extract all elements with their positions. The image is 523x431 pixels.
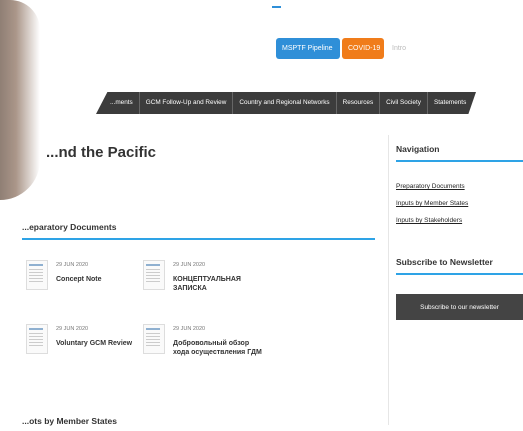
top-pills: MSPTF Pipeline COVID-19 Intro — [276, 38, 414, 59]
document-thumbnail — [26, 260, 48, 290]
navigation-rule — [396, 160, 523, 162]
document-thumbnail — [26, 324, 48, 354]
document-title[interactable]: Voluntary GCM Review — [56, 339, 146, 348]
document-item[interactable]: 29 JUN 2020 Voluntary GCM Review — [26, 324, 146, 354]
page-title: ...nd the Pacific — [46, 144, 157, 161]
sidebar-link-member-states[interactable]: Inputs by Member States — [396, 200, 468, 207]
nav-item-statements[interactable]: Statements — [428, 92, 472, 114]
nav-item-gcm-follow-up[interactable]: GCM Follow-Up and Review — [140, 92, 234, 114]
newsletter-title: Subscribe to Newsletter — [396, 257, 493, 267]
intro-pill[interactable]: Intro — [386, 38, 412, 59]
document-item[interactable]: 29 JUN 2020 Concept Note — [26, 260, 146, 290]
subscribe-button[interactable]: Subscribe to our newsletter — [396, 294, 523, 320]
nav-item-resources[interactable]: Resources — [337, 92, 381, 114]
inputs-section-title: ...ots by Member States — [22, 416, 117, 426]
main-nav: ...ments GCM Follow-Up and Review Countr… — [96, 92, 476, 114]
pipeline-pill[interactable]: MSPTF Pipeline — [276, 38, 340, 59]
sidebar-link-preparatory-documents[interactable]: Preparatory Documents — [396, 183, 465, 190]
covid-pill[interactable]: COVID-19 — [342, 38, 384, 59]
newsletter-rule — [396, 273, 523, 275]
sidebar-link-stakeholders[interactable]: Inputs by Stakeholders — [396, 217, 462, 224]
top-accent-mark — [272, 6, 281, 8]
nav-item-documents[interactable]: ...ments — [96, 92, 140, 114]
document-date: 29 JUN 2020 — [173, 262, 206, 268]
document-date: 29 JUN 2020 — [56, 326, 89, 332]
document-thumbnail — [143, 260, 165, 290]
sidebar-divider — [388, 135, 389, 425]
preparatory-section-title: ...eparatory Documents — [22, 222, 117, 232]
nav-item-civil-society[interactable]: Civil Society — [380, 92, 428, 114]
document-title[interactable]: Concept Note — [56, 275, 146, 284]
header-photo-edge — [0, 0, 40, 200]
navigation-title: Navigation — [396, 144, 440, 154]
preparatory-rule — [22, 238, 375, 240]
document-thumbnail — [143, 324, 165, 354]
nav-item-country-networks[interactable]: Country and Regional Networks — [233, 92, 337, 114]
document-date: 29 JUN 2020 — [56, 262, 89, 268]
document-item[interactable]: 29 JUN 2020 Добровольный обзор хода осущ… — [143, 324, 263, 357]
document-item[interactable]: 29 JUN 2020 КОНЦЕПТУАЛЬНАЯ ЗАПИСКА — [143, 260, 263, 293]
document-title[interactable]: КОНЦЕПТУАЛЬНАЯ ЗАПИСКА — [173, 275, 263, 293]
document-title[interactable]: Добровольный обзор хода осуществления ГД… — [173, 339, 263, 357]
document-date: 29 JUN 2020 — [173, 326, 206, 332]
